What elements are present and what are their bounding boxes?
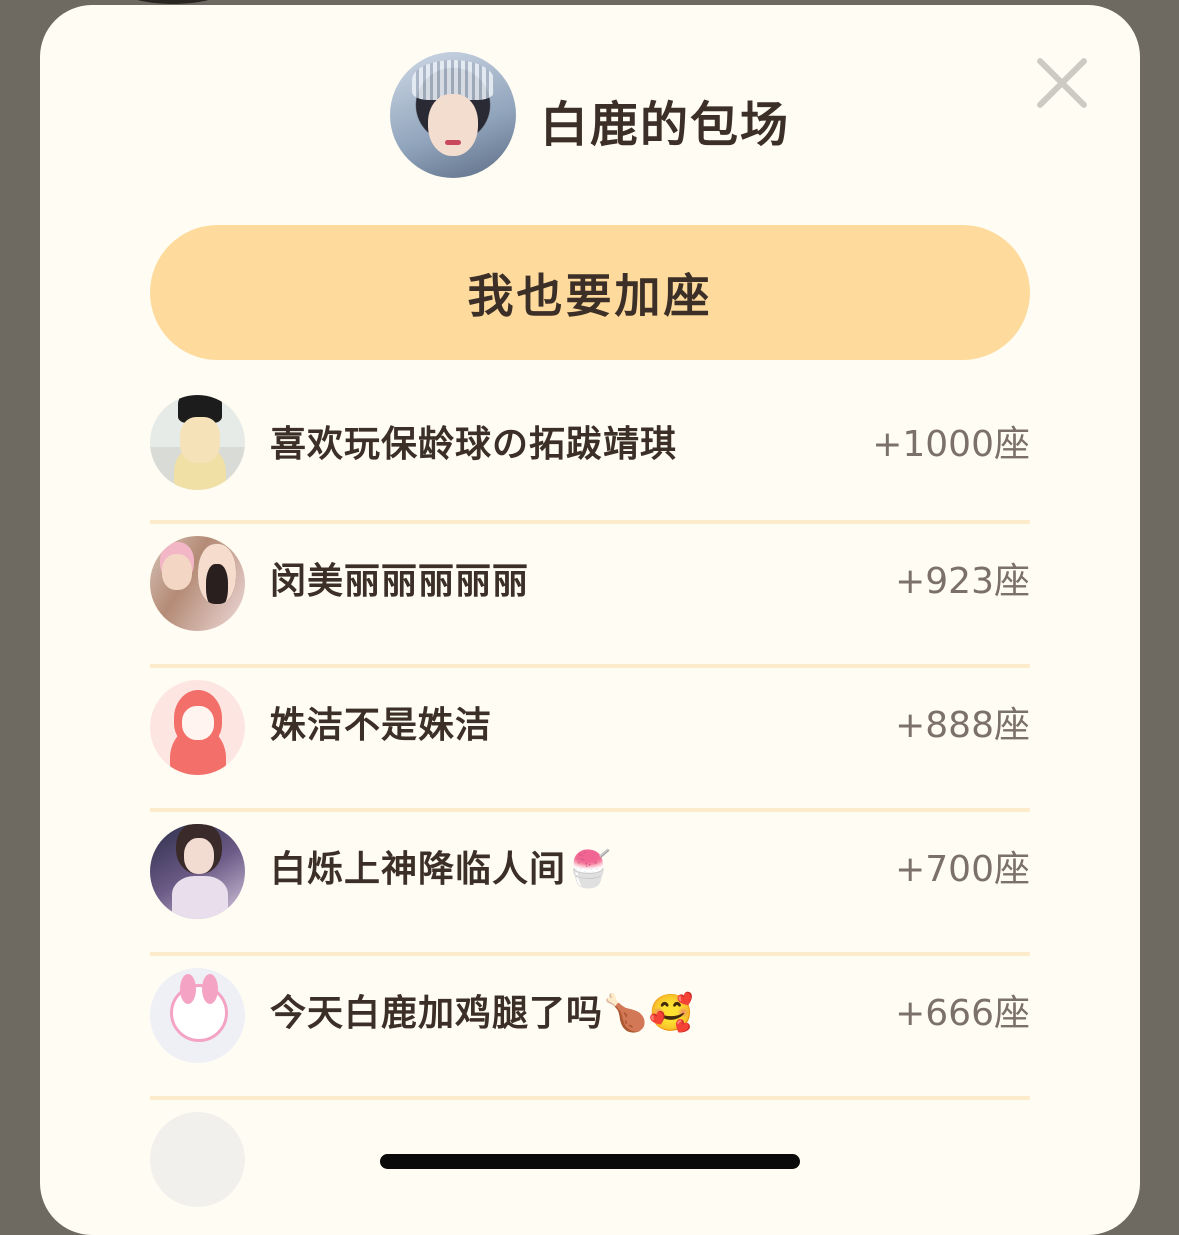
close-icon[interactable]: [1034, 55, 1090, 111]
sheet-title: 白鹿的包场: [540, 97, 791, 153]
supporter-name: 今天白鹿加鸡腿了吗🍗🥰: [270, 993, 695, 1034]
supporter-name: 姝洁不是姝洁: [270, 705, 493, 746]
seat-count: +923座: [895, 561, 1030, 602]
seat-count: +666座: [895, 993, 1030, 1034]
supporter-name: 闵美丽丽丽丽丽: [270, 561, 530, 602]
home-indicator[interactable]: [380, 1154, 800, 1169]
list-item[interactable]: 喜欢玩保龄球の拓跋靖琪 +1000座: [150, 395, 1030, 524]
join-seat-button[interactable]: 我也要加座: [150, 225, 1030, 360]
seat-count: +1000座: [872, 424, 1030, 465]
star-avatar: [390, 52, 516, 178]
lips-shape: [445, 140, 461, 145]
supporter-list: 喜欢玩保龄球の拓跋靖琪 +1000座 闵美丽丽丽丽丽 +923座 姝洁不是姝洁 …: [150, 395, 1030, 1235]
supporter-name: 喜欢玩保龄球の拓跋靖琪: [270, 424, 678, 465]
seat-count: +888座: [895, 705, 1030, 746]
seat-count: +700座: [895, 849, 1030, 890]
background-avatar-peek: [118, 0, 228, 4]
avatar: [150, 968, 245, 1063]
list-item[interactable]: 姝洁不是姝洁 +888座: [150, 668, 1030, 812]
face-shape: [428, 94, 478, 156]
supporter-name: 白烁上神降临人间🍧: [270, 849, 612, 890]
avatar: [150, 536, 245, 631]
list-item[interactable]: 白烁上神降临人间🍧 +700座: [150, 812, 1030, 956]
list-item[interactable]: 今天白鹿加鸡腿了吗🍗🥰 +666座: [150, 956, 1030, 1100]
avatar: [150, 680, 245, 775]
avatar: [150, 824, 245, 919]
seat-support-sheet: 白鹿的包场 我也要加座 喜欢玩保龄球の拓跋靖琪 +1000座 闵美丽丽丽丽丽 +…: [40, 5, 1140, 1235]
avatar: [150, 395, 245, 490]
list-item[interactable]: 闵美丽丽丽丽丽 +923座: [150, 524, 1030, 668]
